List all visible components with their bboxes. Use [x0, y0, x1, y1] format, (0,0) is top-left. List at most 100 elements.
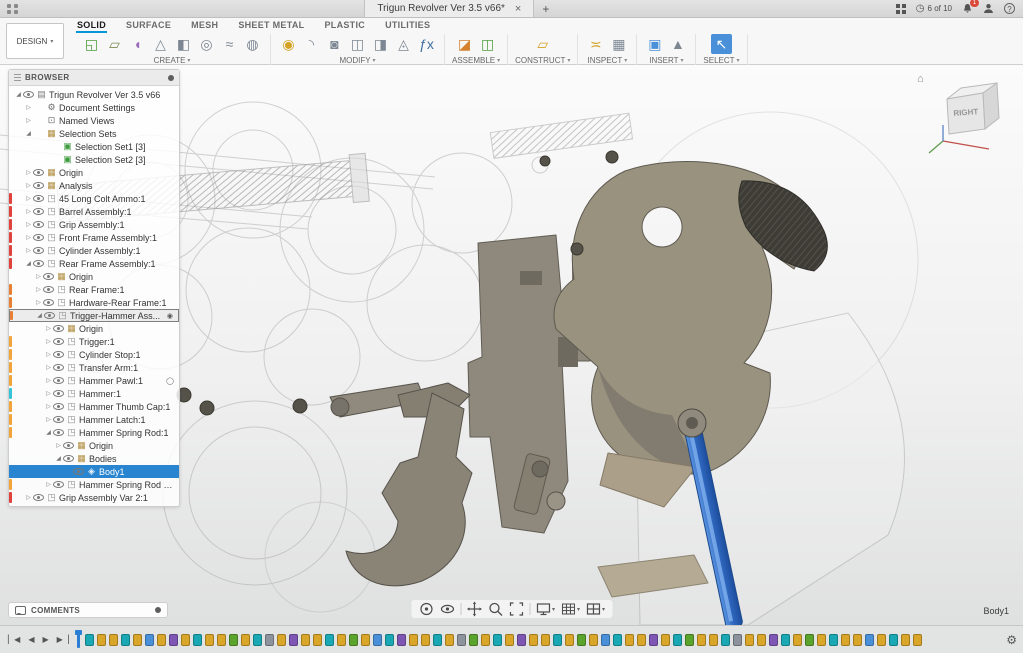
zoom-icon[interactable]	[487, 601, 503, 617]
expand-arrow-icon[interactable]: ◢	[54, 455, 63, 462]
tree-item[interactable]: ◈ Body1	[9, 465, 179, 478]
timeline-feature-icon[interactable]	[781, 634, 790, 646]
visibility-eye-icon[interactable]	[43, 271, 55, 282]
timeline-feature-icon[interactable]	[109, 634, 118, 646]
tool-icon[interactable]: ◧	[173, 34, 194, 54]
visibility-eye-icon[interactable]	[73, 466, 85, 477]
expand-arrow-icon[interactable]: ▷	[24, 182, 33, 189]
timeline-feature-icon[interactable]	[493, 634, 502, 646]
tree-item[interactable]: ◢ ▦ Selection Sets	[9, 127, 179, 140]
visibility-eye-icon[interactable]	[33, 492, 45, 503]
tree-item[interactable]: ▷ ◳ Grip Assembly:1	[9, 218, 179, 231]
tree-item[interactable]: ▷ ▦ Origin	[9, 166, 179, 179]
tree-item[interactable]: ▷ ▦ Origin	[9, 439, 179, 452]
timeline-feature-icon[interactable]	[865, 634, 874, 646]
visibility-eye-icon[interactable]	[33, 232, 45, 243]
timeline-feature-icon[interactable]	[373, 634, 382, 646]
visibility-eye-icon[interactable]	[53, 375, 65, 386]
timeline-feature-icon[interactable]	[277, 634, 286, 646]
tool-icon[interactable]: ▣	[644, 34, 665, 54]
timeline-feature-icon[interactable]	[481, 634, 490, 646]
timeline-feature-icon[interactable]	[349, 634, 358, 646]
close-tab-icon[interactable]: ×	[515, 4, 521, 14]
timeline-feature-icon[interactable]	[265, 634, 274, 646]
display-settings-icon[interactable]: ▾	[535, 601, 555, 617]
expand-arrow-icon[interactable]: ▷	[24, 208, 33, 215]
visibility-eye-icon[interactable]	[33, 206, 45, 217]
tree-item[interactable]: ▷ ◳ Hammer Thumb Cap:1	[9, 400, 179, 413]
tool-icon[interactable]: ◫	[347, 34, 368, 54]
tool-icon[interactable]: △	[150, 34, 171, 54]
timeline-feature-icon[interactable]	[757, 634, 766, 646]
ribbon-tab[interactable]: UTILITIES	[384, 20, 431, 33]
timeline-feature-icon[interactable]	[97, 634, 106, 646]
tree-item[interactable]: ▣ Selection Set1 [3]	[9, 140, 179, 153]
tool-icon[interactable]: ◎	[196, 34, 217, 54]
tree-item[interactable]: ◢ ▦ Bodies	[9, 452, 179, 465]
tool-icon[interactable]: ◫	[477, 34, 498, 54]
visibility-eye-icon[interactable]	[33, 193, 45, 204]
expand-arrow-icon[interactable]: ◢	[44, 429, 53, 436]
expand-arrow-icon[interactable]: ◢	[24, 130, 33, 137]
tree-item[interactable]: ▷ ⚙ Document Settings	[9, 101, 179, 114]
comments-panel[interactable]: COMMENTS	[8, 602, 168, 618]
timeline-feature-icon[interactable]	[793, 634, 802, 646]
expand-arrow-icon[interactable]: ▷	[44, 390, 53, 397]
timeline-feature-icon[interactable]	[445, 634, 454, 646]
tree-item[interactable]: ▷ ◳ Transfer Arm:1	[9, 361, 179, 374]
tool-icon[interactable]: ◉	[278, 34, 299, 54]
timeline-feature-icon[interactable]	[745, 634, 754, 646]
orbit-icon[interactable]	[418, 601, 434, 617]
group-label-modify[interactable]: MODIFY▾	[339, 56, 375, 65]
look-at-icon[interactable]	[439, 601, 455, 617]
visibility-eye-icon[interactable]	[53, 323, 65, 334]
tree-item[interactable]: ▷ ◳ Hardware-Rear Frame:1	[9, 296, 179, 309]
expand-arrow-icon[interactable]: ▷	[44, 403, 53, 410]
visibility-eye-icon[interactable]	[43, 297, 55, 308]
timeline-feature-icon[interactable]	[853, 634, 862, 646]
tool-icon[interactable]: ƒx	[416, 34, 437, 54]
timeline-feature-icon[interactable]	[733, 634, 742, 646]
visibility-eye-icon[interactable]	[53, 479, 65, 490]
timeline-feature-icon[interactable]	[205, 634, 214, 646]
tool-icon[interactable]: ▲	[667, 34, 688, 54]
ribbon-tab[interactable]: SHEET METAL	[237, 20, 305, 33]
timeline-feature-icon[interactable]	[613, 634, 622, 646]
tool-icon[interactable]: ◝	[301, 34, 322, 54]
expand-arrow-icon[interactable]: ▷	[44, 416, 53, 423]
tree-item[interactable]: ▷ ◳ Grip Assembly Var 2:1	[9, 491, 179, 504]
expand-arrow-icon[interactable]: ▷	[24, 169, 33, 176]
expand-arrow-icon[interactable]: ▷	[34, 286, 43, 293]
visibility-eye-icon[interactable]	[33, 180, 45, 191]
ribbon-tab[interactable]: SURFACE	[125, 20, 172, 33]
timeline-feature-icon[interactable]	[829, 634, 838, 646]
timeline-feature-icon[interactable]	[553, 634, 562, 646]
timeline-feature-icon[interactable]	[697, 634, 706, 646]
document-tab[interactable]: Trigun Revolver Ver 3.5 v66* ×	[364, 0, 534, 17]
timeline-feature-icon[interactable]	[325, 634, 334, 646]
timeline-feature-icon[interactable]	[289, 634, 298, 646]
timeline-settings-gear-icon[interactable]: ⚙	[1006, 633, 1017, 647]
timeline-feature-icon[interactable]	[133, 634, 142, 646]
ribbon-tab[interactable]: SOLID	[76, 20, 107, 33]
expand-arrow-icon[interactable]: ▷	[44, 377, 53, 384]
timeline-feature-icon[interactable]	[421, 634, 430, 646]
activate-radio-icon[interactable]: ◯	[166, 377, 174, 385]
tree-item[interactable]: ▷ ◳ Cylinder Assembly:1	[9, 244, 179, 257]
timeline-feature-icon[interactable]	[565, 634, 574, 646]
timeline-control-button[interactable]: ▶▕	[55, 634, 71, 645]
tool-icon[interactable]: ≍	[585, 34, 606, 54]
timeline-feature-icon[interactable]	[709, 634, 718, 646]
tool-icon[interactable]: ≈	[219, 34, 240, 54]
new-tab-button[interactable]: +	[542, 2, 549, 16]
group-label-assemble[interactable]: ASSEMBLE▾	[452, 56, 500, 65]
tree-item[interactable]: ▷ ◳ Hammer Spring Rod Retai...	[9, 478, 179, 491]
activate-radio-icon[interactable]: ◉	[167, 312, 173, 320]
tool-icon[interactable]: ▦	[608, 34, 629, 54]
visibility-eye-icon[interactable]	[53, 349, 65, 360]
user-account-button[interactable]	[983, 3, 994, 14]
timeline-feature-icon[interactable]	[541, 634, 550, 646]
expand-arrow-icon[interactable]: ▷	[24, 247, 33, 254]
extensions-grid-icon[interactable]	[896, 4, 906, 14]
home-icon[interactable]: ⌂	[917, 73, 924, 85]
